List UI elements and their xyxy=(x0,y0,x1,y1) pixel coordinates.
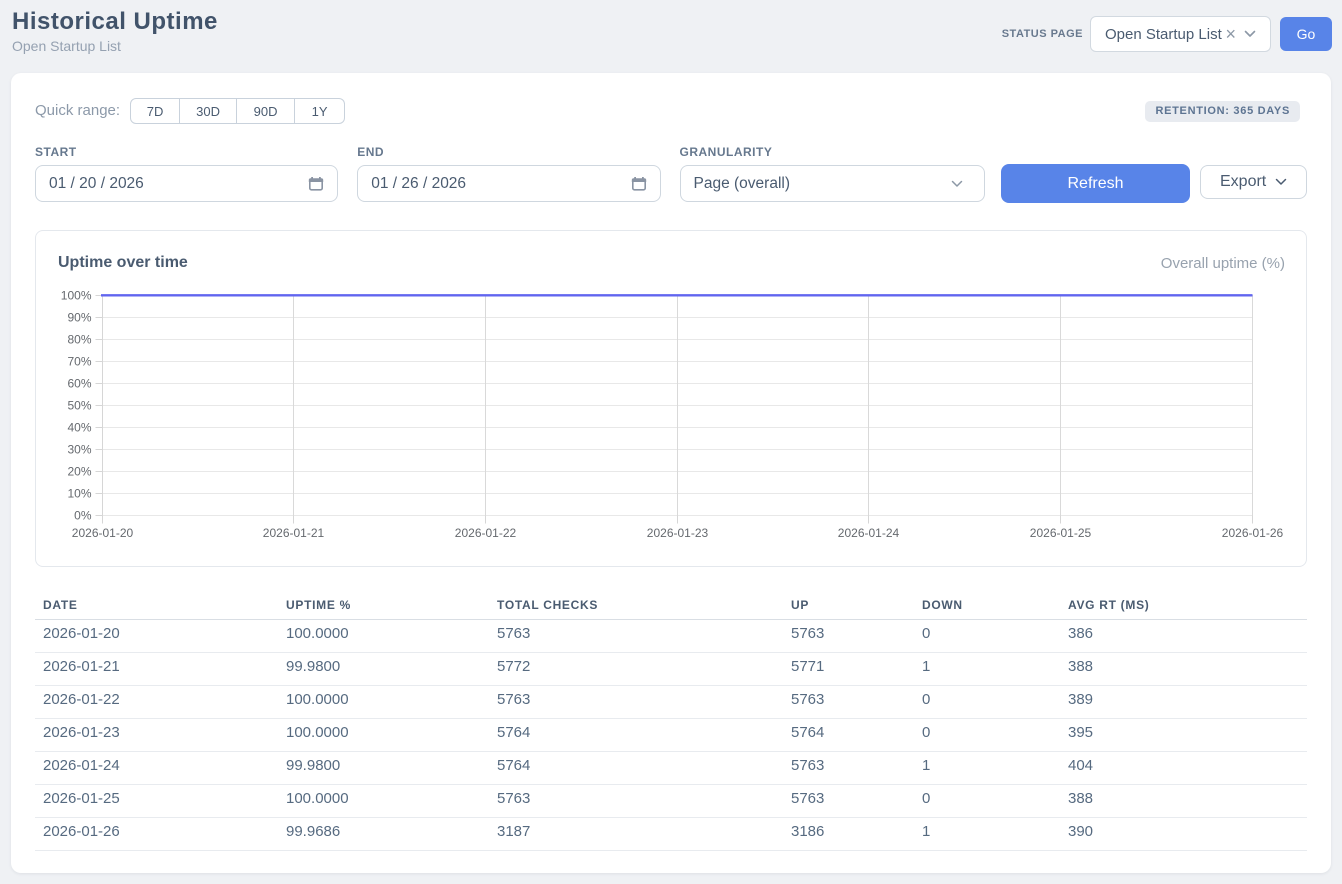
svg-text:40%: 40% xyxy=(67,421,91,435)
svg-text:10%: 10% xyxy=(67,487,91,501)
svg-text:2026-01-23: 2026-01-23 xyxy=(647,526,709,540)
svg-text:2026-01-21: 2026-01-21 xyxy=(263,526,325,540)
svg-text:2026-01-26: 2026-01-26 xyxy=(1222,526,1284,540)
svg-text:70%: 70% xyxy=(67,355,91,369)
svg-text:60%: 60% xyxy=(67,377,91,391)
svg-text:30%: 30% xyxy=(67,443,91,457)
svg-text:2026-01-24: 2026-01-24 xyxy=(838,526,900,540)
svg-text:2026-01-22: 2026-01-22 xyxy=(455,526,517,540)
svg-text:100%: 100% xyxy=(61,289,92,303)
svg-text:0%: 0% xyxy=(74,509,92,523)
svg-text:80%: 80% xyxy=(67,333,91,347)
svg-text:2026-01-20: 2026-01-20 xyxy=(72,526,134,540)
svg-text:20%: 20% xyxy=(67,465,91,479)
svg-text:50%: 50% xyxy=(67,399,91,413)
svg-text:2026-01-25: 2026-01-25 xyxy=(1030,526,1092,540)
svg-text:90%: 90% xyxy=(67,311,91,325)
